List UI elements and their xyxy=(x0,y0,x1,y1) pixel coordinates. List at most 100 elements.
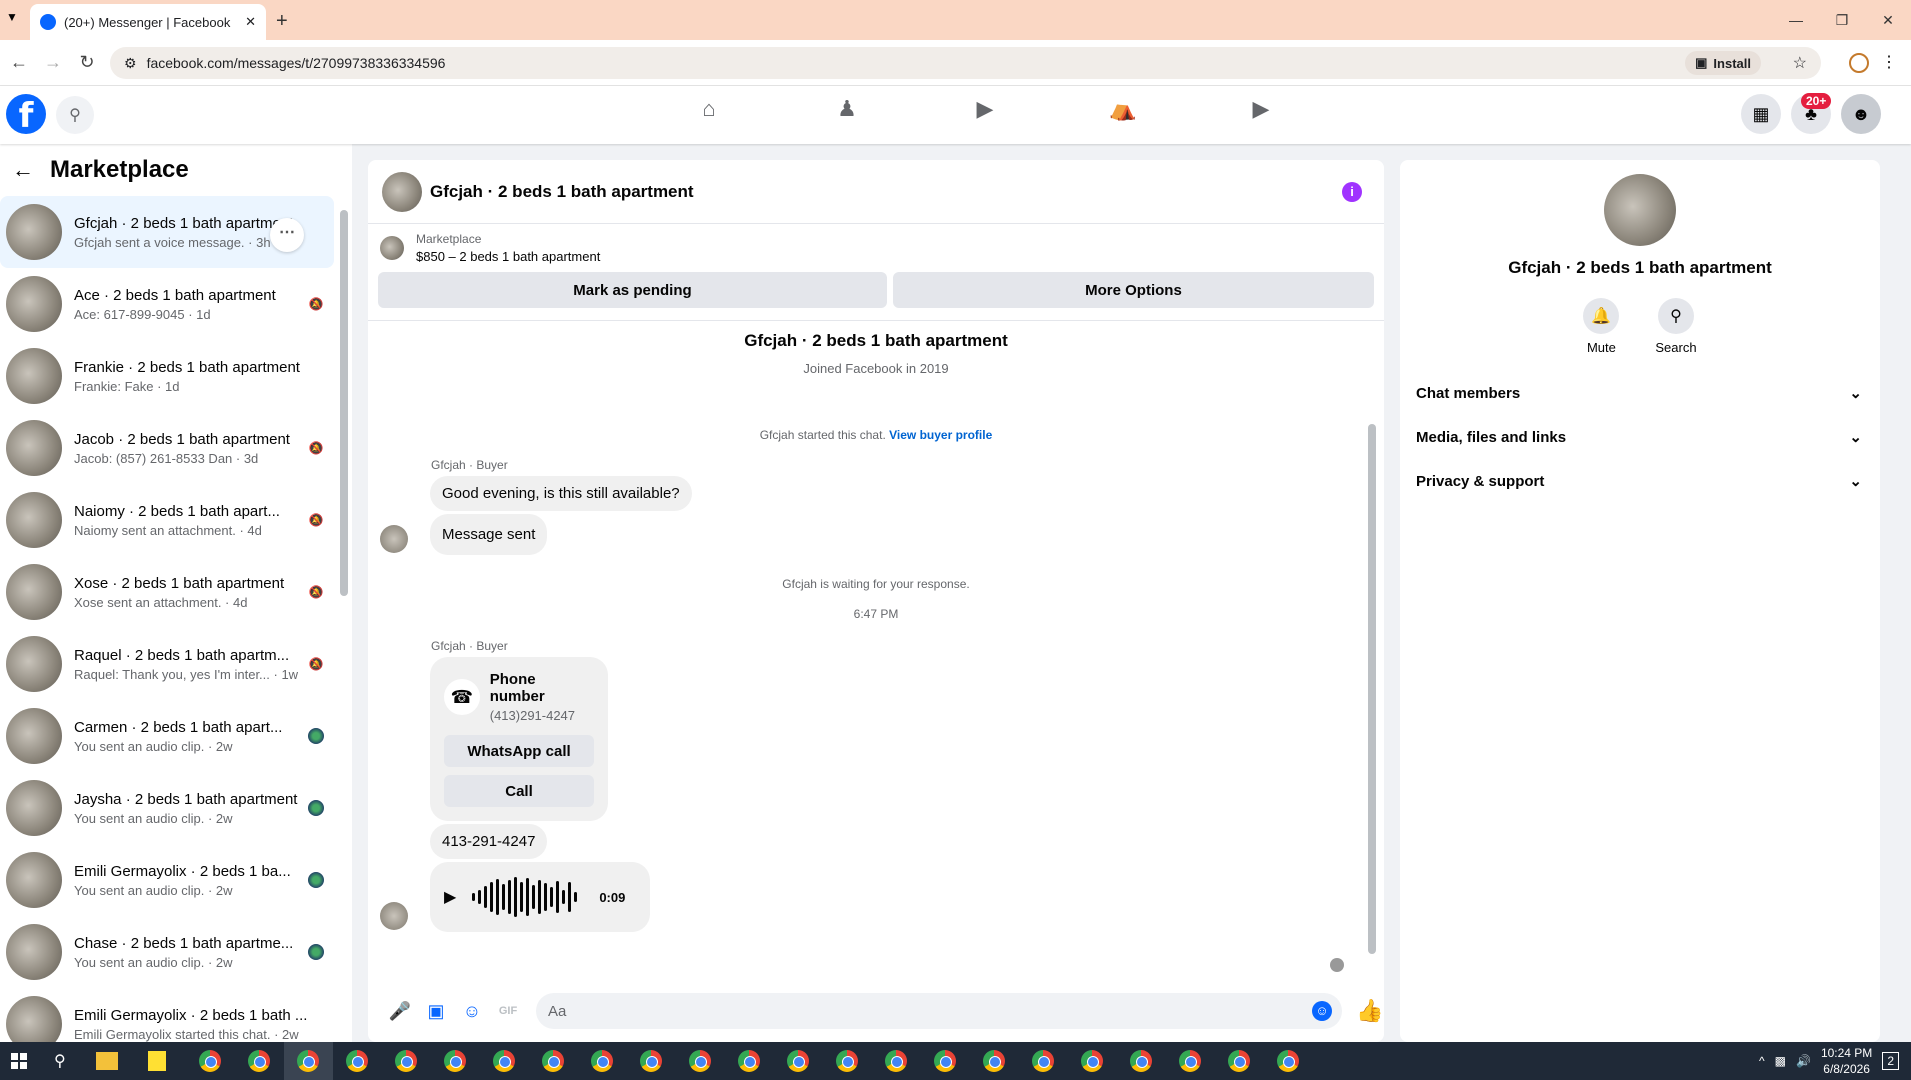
account-avatar[interactable]: ☻ xyxy=(1841,94,1881,134)
chrome-taskbar-icon[interactable] xyxy=(480,1042,529,1080)
minimize-icon[interactable]: — xyxy=(1773,0,1819,40)
volume-icon[interactable]: 🔊 xyxy=(1796,1054,1811,1068)
whatsapp-call-button[interactable]: WhatsApp call xyxy=(444,735,594,767)
video-icon[interactable]: ▶ xyxy=(916,96,1054,122)
clock[interactable]: 10:24 PM 6/8/2026 xyxy=(1821,1045,1872,1077)
conversation-item[interactable]: Frankie · 2 beds 1 bath apartment Frankie… xyxy=(0,340,334,412)
more-options-icon[interactable]: ⋯ xyxy=(270,218,304,252)
conversation-item[interactable]: Carmen · 2 beds 1 bath apart... You sent … xyxy=(0,700,334,772)
details-section[interactable]: Chat members ⌄ xyxy=(1400,371,1880,415)
search-button[interactable]: ⚲ Search xyxy=(1655,298,1697,355)
voice-message[interactable]: ▶ 0:09 xyxy=(430,862,650,932)
chrome-taskbar-icon[interactable] xyxy=(186,1042,235,1080)
conversation-item[interactable]: Naiomy · 2 beds 1 bath apart... Naiomy se… xyxy=(0,484,334,556)
show-hidden-icons[interactable]: ^ xyxy=(1759,1054,1765,1068)
conversation-scrollbar[interactable] xyxy=(340,210,348,596)
chrome-taskbar-icon[interactable] xyxy=(725,1042,774,1080)
conversation-item[interactable]: Jaysha · 2 beds 1 bath apartment You sent… xyxy=(0,772,334,844)
back-arrow-icon[interactable]: ← xyxy=(12,157,34,183)
menu-grid-icon[interactable]: ▦ xyxy=(1741,94,1781,134)
chrome-taskbar-icon[interactable] xyxy=(872,1042,921,1080)
chrome-taskbar-icon[interactable] xyxy=(823,1042,872,1080)
bookmark-star-icon[interactable]: ☆ xyxy=(1793,53,1807,73)
message-bubble[interactable]: Good evening, is this still available? xyxy=(430,476,692,511)
network-icon[interactable]: ▩ xyxy=(1775,1054,1786,1068)
facebook-logo-icon[interactable]: f xyxy=(6,94,46,136)
details-section[interactable]: Privacy & support ⌄ xyxy=(1400,459,1880,503)
search-icon[interactable]: ⚲ xyxy=(56,96,94,134)
chrome-taskbar-icon[interactable] xyxy=(627,1042,676,1080)
chrome-taskbar-icon[interactable] xyxy=(921,1042,970,1080)
forward-icon[interactable]: → xyxy=(38,52,68,73)
chrome-taskbar-icon[interactable] xyxy=(283,1042,333,1080)
chrome-taskbar-icon[interactable] xyxy=(431,1042,480,1080)
site-info-icon[interactable]: ⚙ xyxy=(124,55,137,72)
message-bubble[interactable]: Message sent xyxy=(430,514,548,555)
details-section[interactable]: Media, files and links ⌄ xyxy=(1400,415,1880,459)
chrome-taskbar-icon[interactable] xyxy=(382,1042,431,1080)
file-explorer-icon[interactable] xyxy=(95,1052,118,1070)
taskbar-search-icon[interactable]: ⚲ xyxy=(54,1051,66,1071)
conversation-item[interactable]: Raquel · 2 beds 1 bath apartm... Raquel: … xyxy=(0,628,334,700)
chrome-taskbar-icon[interactable] xyxy=(1019,1042,1068,1080)
chrome-taskbar-icon[interactable] xyxy=(774,1042,823,1080)
chrome-taskbar-icon[interactable] xyxy=(333,1042,382,1080)
listing-info[interactable]: Marketplace $850 – 2 beds 1 bath apartme… xyxy=(368,224,1384,272)
avatar[interactable] xyxy=(380,525,408,553)
url-text[interactable]: facebook.com/messages/t/2709973833633459… xyxy=(147,55,446,71)
play-icon[interactable]: ▶ xyxy=(444,887,456,907)
chrome-taskbar-icon[interactable] xyxy=(1215,1042,1264,1080)
gaming-icon[interactable]: ▶ xyxy=(1192,96,1330,122)
chrome-taskbar-icon[interactable] xyxy=(529,1042,578,1080)
view-buyer-profile-link[interactable]: View buyer profile xyxy=(889,428,992,442)
notification-center-icon[interactable]: 2 xyxy=(1882,1052,1899,1070)
gif-icon[interactable]: GIF xyxy=(490,1005,526,1017)
avatar[interactable] xyxy=(380,902,408,930)
chrome-taskbar-icon[interactable] xyxy=(1264,1042,1313,1080)
chrome-taskbar-icon[interactable] xyxy=(1117,1042,1166,1080)
restore-icon[interactable]: ❐ xyxy=(1819,0,1865,40)
emoji-icon[interactable]: ☺ xyxy=(1312,1001,1332,1021)
conversation-item[interactable]: Jacob · 2 beds 1 bath apartment Jacob: (8… xyxy=(0,412,334,484)
sticker-icon[interactable]: ☺ xyxy=(454,1001,490,1022)
thread-scrollbar[interactable] xyxy=(1368,424,1376,954)
conversation-item[interactable]: Emili Germayolix · 2 beds 1 ba... You sen… xyxy=(0,844,334,916)
conversation-item[interactable]: Ace · 2 beds 1 bath apartment Ace: 617-89… xyxy=(0,268,334,340)
conversation-item[interactable]: Gfcjah · 2 beds 1 bath apartment Gfcjah s… xyxy=(0,196,334,268)
chrome-taskbar-icon[interactable] xyxy=(1068,1042,1117,1080)
tab-list-icon[interactable]: ▼ xyxy=(6,10,18,24)
conversation-item[interactable]: Xose · 2 beds 1 bath apartment Xose sent … xyxy=(0,556,334,628)
thumbs-up-icon[interactable]: 👍 xyxy=(1356,998,1383,1024)
chrome-taskbar-icon[interactable] xyxy=(1166,1042,1215,1080)
close-window-icon[interactable]: ✕ xyxy=(1865,0,1911,40)
call-button[interactable]: Call xyxy=(444,775,594,807)
conversation-item[interactable]: Emili Germayolix · 2 beds 1 bath ... Emil… xyxy=(0,988,334,1042)
reload-icon[interactable]: ↻ xyxy=(72,52,102,73)
more-options-button[interactable]: More Options xyxy=(892,272,1374,308)
close-tab-icon[interactable]: ✕ xyxy=(245,14,256,30)
chrome-taskbar-icon[interactable] xyxy=(676,1042,725,1080)
omnibox[interactable]: ⚙ facebook.com/messages/t/27099738336334… xyxy=(110,47,1821,79)
chat-title[interactable]: Gfcjah · 2 beds 1 bath apartment xyxy=(430,182,694,202)
windows-start-icon[interactable] xyxy=(4,1046,34,1076)
message-input[interactable]: Aa ☺ xyxy=(536,993,1342,1029)
conversation-item[interactable]: Chase · 2 beds 1 bath apartme... You sent… xyxy=(0,916,334,988)
chrome-taskbar-icon[interactable] xyxy=(578,1042,627,1080)
install-button[interactable]: ▣ Install xyxy=(1685,51,1761,75)
profile-icon[interactable] xyxy=(1849,53,1869,73)
info-icon[interactable]: i xyxy=(1342,182,1362,202)
new-tab-button[interactable]: + xyxy=(276,10,288,33)
mute-button[interactable]: 🔔 Mute xyxy=(1583,298,1620,355)
avatar[interactable] xyxy=(1604,174,1676,246)
marketplace-icon[interactable]: ⛺ xyxy=(1054,96,1192,122)
photo-icon[interactable]: ▣ xyxy=(418,1001,454,1022)
chrome-taskbar-icon[interactable] xyxy=(970,1042,1019,1080)
home-icon[interactable]: ⌂ xyxy=(640,96,778,122)
back-icon[interactable]: ← xyxy=(4,52,34,73)
chrome-taskbar-icon[interactable] xyxy=(235,1042,284,1080)
message-bubble[interactable]: 413-291-4247 xyxy=(430,824,548,859)
browser-menu-icon[interactable]: ⋮ xyxy=(1881,52,1897,72)
microphone-icon[interactable]: 🎤 xyxy=(382,1001,418,1022)
sticky-notes-icon[interactable] xyxy=(147,1051,166,1071)
mark-as-pending-button[interactable]: Mark as pending xyxy=(378,272,887,308)
